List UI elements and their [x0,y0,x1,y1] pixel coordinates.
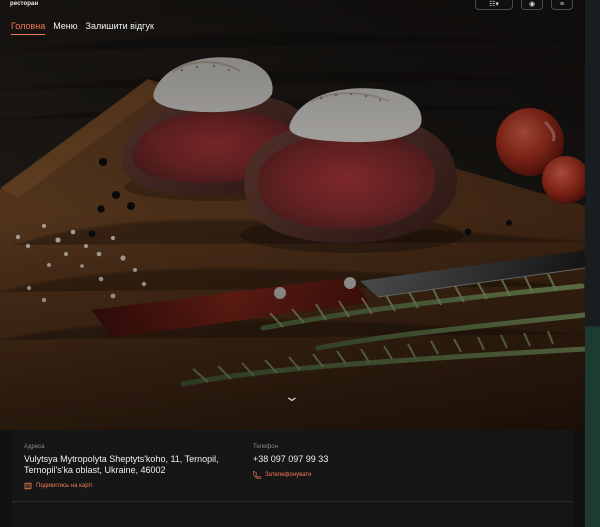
map-link-label: Подивитись на карті [36,482,93,489]
brand-name: ресторан [10,1,39,7]
top-bar: ресторан Головна Меню Залишити відгук ☷▾… [0,0,585,40]
contact-panel: Адреса Vulytsya Mytropolyta Sheptyts'koh… [12,430,573,527]
phone-column: Телефон +38 097 097 99 33 Зателефонувати [253,444,403,479]
top-actions: ☷▾ ◉ ≡ [475,0,573,10]
address-label: Адреса [24,444,45,450]
menu-button[interactable]: ≡ [551,0,573,10]
globe-icon: ◉ [528,1,536,8]
address-column: Адреса Vulytsya Mytropolyta Sheptyts'koh… [24,444,244,490]
language-button[interactable]: ◉ [521,0,543,10]
hero-image: ресторан Головна Меню Залишити відгук ☷▾… [0,0,585,430]
page: ресторан Головна Меню Залишити відгук ☷▾… [0,0,600,527]
phone-icon [253,470,261,479]
steak-board-illustration [0,0,585,430]
phone-number: +38 097 097 99 33 [253,454,329,464]
chevron-down-icon[interactable]: ⌄ [284,389,300,403]
address-line-2: Ternopil's'ka oblast, Ukraine, 46002 [24,464,166,475]
right-rail [585,0,600,527]
view-switch-button[interactable]: ☷▾ [475,0,513,10]
map-icon [24,482,32,490]
nav-home[interactable]: Головна [11,22,46,35]
call-link-label: Зателефонувати [265,471,312,478]
main-nav: Головна Меню Залишити відгук [11,22,154,35]
phone-label: Телефон [253,444,278,450]
grid-icon: ☷▾ [489,1,499,8]
panel-divider [12,501,573,502]
menu-icon: ≡ [559,1,565,8]
address-line-1: Vulytsya Mytropolyta Sheptyts'koho, 11, … [24,454,219,464]
map-link[interactable]: Подивитись на карті [24,482,244,490]
call-link[interactable]: Зателефонувати [253,470,403,479]
nav-feedback[interactable]: Залишити відгук [86,22,154,35]
nav-menu[interactable]: Меню [53,22,77,35]
